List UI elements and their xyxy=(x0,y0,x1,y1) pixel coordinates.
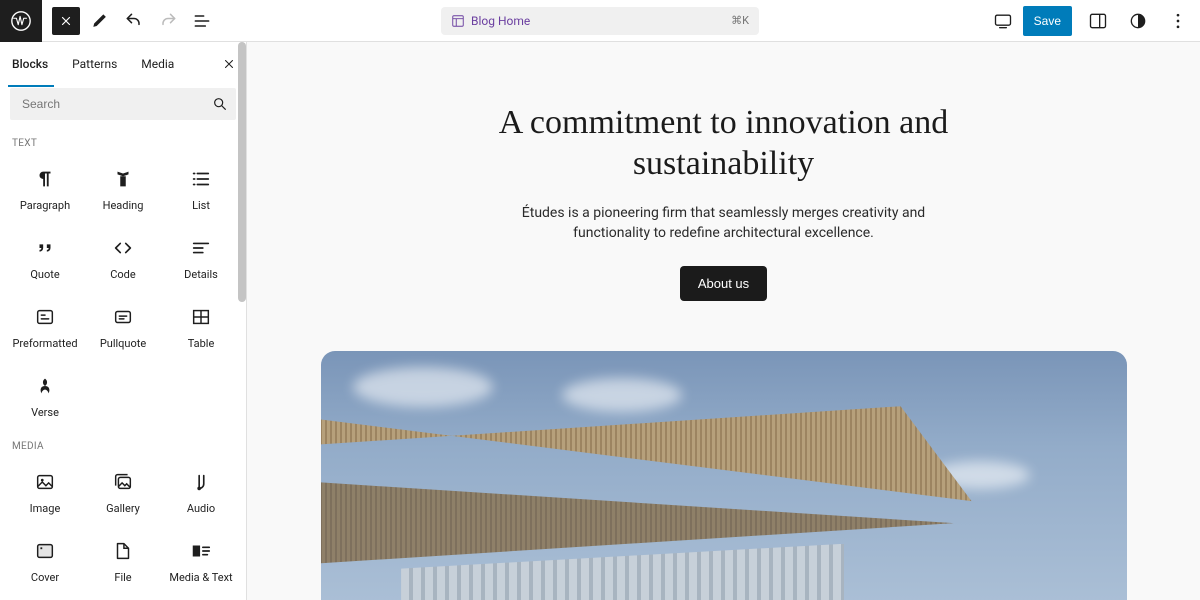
cover-icon xyxy=(33,539,57,563)
category-label-text: TEXT xyxy=(0,128,246,155)
gallery-icon xyxy=(111,470,135,494)
block-label: Heading xyxy=(103,199,144,212)
block-details[interactable]: Details xyxy=(162,224,240,293)
block-quote[interactable]: Quote xyxy=(6,224,84,293)
block-label: Verse xyxy=(31,406,59,419)
block-label: Pullquote xyxy=(100,337,146,350)
block-mediatext[interactable]: Media & Text xyxy=(162,527,240,596)
mediatext-icon xyxy=(189,539,213,563)
block-label: Media & Text xyxy=(169,571,232,584)
block-label: Gallery xyxy=(106,502,140,515)
category-label-media: MEDIA xyxy=(0,431,246,458)
top-toolbar: Blog Home ⌘K Save xyxy=(0,0,1200,42)
pullquote-icon xyxy=(111,305,135,329)
blocks-grid-text: Paragraph Heading List Quote Code Details Pref… xyxy=(0,155,246,431)
block-verse[interactable]: Verse xyxy=(6,362,84,431)
close-icon[interactable] xyxy=(222,57,236,71)
block-cover[interactable]: Cover xyxy=(6,527,84,596)
block-file[interactable]: File xyxy=(84,527,162,596)
redo-button[interactable] xyxy=(154,7,182,35)
block-table[interactable]: Table xyxy=(162,293,240,362)
tools-button[interactable] xyxy=(86,7,114,35)
block-label: Preformatted xyxy=(12,337,77,350)
block-label: Image xyxy=(30,502,61,515)
tab-patterns[interactable]: Patterns xyxy=(60,42,129,86)
settings-sidebar-button[interactable] xyxy=(1084,7,1112,35)
block-paragraph[interactable]: Paragraph xyxy=(6,155,84,224)
hero-cta-button[interactable]: About us xyxy=(680,266,767,301)
file-icon xyxy=(111,539,135,563)
preformatted-icon xyxy=(33,305,57,329)
template-icon xyxy=(451,14,465,28)
quote-icon xyxy=(33,236,57,260)
tab-blocks[interactable]: Blocks xyxy=(0,42,60,86)
document-title-chip[interactable]: Blog Home ⌘K xyxy=(441,7,759,35)
inserter-tabs: Blocks Patterns Media xyxy=(0,42,246,86)
block-label: File xyxy=(114,571,131,584)
view-button[interactable] xyxy=(989,7,1017,35)
wordpress-logo[interactable] xyxy=(0,0,42,42)
table-icon xyxy=(189,305,213,329)
hero-heading[interactable]: A commitment to innovation and sustainab… xyxy=(414,102,1034,185)
block-pullquote[interactable]: Pullquote xyxy=(84,293,162,362)
block-label: Audio xyxy=(187,502,215,515)
hero-image[interactable] xyxy=(321,351,1127,600)
document-title: Blog Home xyxy=(471,14,530,28)
block-preformatted[interactable]: Preformatted xyxy=(6,293,84,362)
close-inserter-button[interactable] xyxy=(52,7,80,35)
details-icon xyxy=(189,236,213,260)
undo-button[interactable] xyxy=(120,7,148,35)
search-input[interactable] xyxy=(10,88,236,120)
search-icon xyxy=(212,96,228,112)
document-overview-button[interactable] xyxy=(188,7,216,35)
block-label: Quote xyxy=(30,268,59,281)
verse-icon xyxy=(33,374,57,398)
block-label: Code xyxy=(110,268,135,281)
editor-canvas[interactable]: A commitment to innovation and sustainab… xyxy=(247,42,1200,600)
code-icon xyxy=(111,236,135,260)
list-icon xyxy=(189,167,213,191)
block-image[interactable]: Image xyxy=(6,458,84,527)
block-heading[interactable]: Heading xyxy=(84,155,162,224)
command-shortcut: ⌘K xyxy=(731,14,749,27)
image-icon xyxy=(33,470,57,494)
save-button[interactable]: Save xyxy=(1023,6,1072,36)
styles-button[interactable] xyxy=(1124,7,1152,35)
audio-icon xyxy=(189,470,213,494)
block-code[interactable]: Code xyxy=(84,224,162,293)
options-button[interactable] xyxy=(1164,7,1192,35)
block-label: List xyxy=(192,199,210,212)
block-inserter-panel: Blocks Patterns Media TEXT Paragraph Head… xyxy=(0,42,247,600)
block-label: Details xyxy=(184,268,218,281)
block-audio[interactable]: Audio xyxy=(162,458,240,527)
blocks-grid-media: Image Gallery Audio Cover File Media & Text xyxy=(0,458,246,596)
hero-subtitle[interactable]: Études is a pioneering firm that seamles… xyxy=(504,203,944,244)
paragraph-icon xyxy=(33,167,57,191)
block-label: Paragraph xyxy=(20,199,70,212)
tab-media[interactable]: Media xyxy=(129,42,186,86)
block-list[interactable]: List xyxy=(162,155,240,224)
block-label: Cover xyxy=(31,571,59,584)
block-gallery[interactable]: Gallery xyxy=(84,458,162,527)
block-label: Table xyxy=(188,337,215,350)
heading-icon xyxy=(111,167,135,191)
